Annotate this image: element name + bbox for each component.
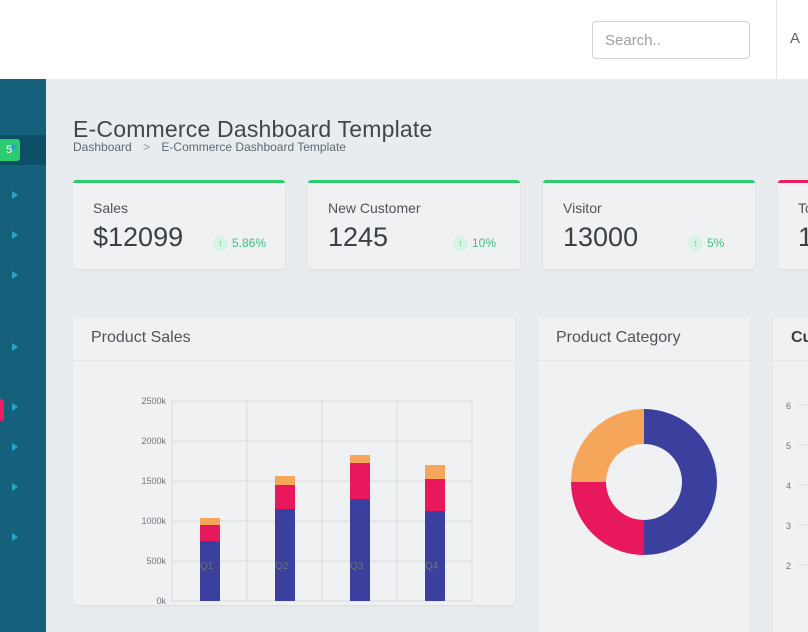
svg-text:0k: 0k <box>156 596 166 605</box>
svg-text:1500k: 1500k <box>141 476 166 486</box>
avatar[interactable]: A <box>790 30 800 47</box>
card-accent-bar <box>308 180 520 183</box>
bar-group-q1 <box>200 518 220 601</box>
top-navigation-bar: A <box>0 0 808 79</box>
card-accent-bar <box>73 180 285 183</box>
donut-slice-woman <box>571 482 644 555</box>
svg-text:5: 5 <box>786 441 791 451</box>
svg-text:6: 6 <box>786 401 791 411</box>
stat-delta-value: 10% <box>472 236 497 250</box>
stat-card-visitor[interactable]: Visitor 13000 ↑ 5% <box>543 180 755 269</box>
sidebar-item-dashboard[interactable]: 5 <box>0 135 46 165</box>
panel-title: Product Category <box>556 329 681 346</box>
search-input[interactable] <box>592 21 750 59</box>
stat-delta: ↑ 5.86% <box>213 236 267 252</box>
sidebar-item-2[interactable] <box>0 183 46 213</box>
search-box[interactable] <box>592 21 750 59</box>
donut-chart <box>571 409 717 555</box>
breadcrumb: Dashboard > E-Commerce Dashboard Templat… <box>73 140 346 154</box>
sidebar-item-5[interactable] <box>0 335 46 365</box>
topbar-divider <box>776 0 777 79</box>
chevron-right-icon <box>12 231 18 239</box>
stat-card-sales[interactable]: Sales $12099 ↑ 5.86% <box>73 180 285 269</box>
sidebar-item-7[interactable] <box>0 435 46 465</box>
customers-chart: 6 5 4 3 2 <box>786 401 808 571</box>
chevron-right-icon <box>12 343 18 351</box>
panel-product-sales: Product Sales 2500k 2000k 1500k 1000k 50… <box>73 317 515 605</box>
stat-delta: ↑ 5% <box>688 236 725 252</box>
stat-delta: ↑ 10% <box>453 236 497 252</box>
bar-group-q2 <box>275 476 295 601</box>
sidebar-item-8[interactable] <box>0 475 46 505</box>
bar-group-q4 <box>425 465 445 601</box>
panel-customers: Cu 6 5 4 3 2 <box>773 317 808 632</box>
svg-text:2500k: 2500k <box>141 396 166 406</box>
sidebar-item-6[interactable] <box>0 395 46 425</box>
svg-text:3: 3 <box>786 521 791 531</box>
panel-header: Product Sales <box>73 317 515 361</box>
chevron-right-icon <box>12 533 18 541</box>
sidebar-item-9[interactable] <box>0 525 46 555</box>
panel-header: Cu <box>773 317 808 361</box>
chevron-right-icon <box>12 483 18 491</box>
svg-text:1000k: 1000k <box>141 516 166 526</box>
svg-text:4: 4 <box>786 481 791 491</box>
bar-group-q3 <box>350 455 370 601</box>
donut-slice-man <box>644 409 717 555</box>
sidebar: 5 <box>0 79 46 632</box>
sidebar-item-3[interactable] <box>0 223 46 253</box>
arrow-up-icon: ↑ <box>213 236 228 252</box>
stat-value: 1245 <box>328 222 389 252</box>
stat-label: Visitor <box>563 200 602 216</box>
breadcrumb-current: E-Commerce Dashboard Template <box>161 140 346 154</box>
arrow-up-icon: ↑ <box>453 236 468 252</box>
panel-title: Cu <box>791 329 808 346</box>
stat-delta-value: 5% <box>707 236 725 250</box>
arrow-up-icon: ↑ <box>688 236 703 252</box>
svg-text:500k: 500k <box>146 556 166 566</box>
panel-title: Product Sales <box>91 329 191 346</box>
chevron-right-icon <box>12 271 18 279</box>
panel-header: Product Category <box>538 317 750 361</box>
sidebar-item-4[interactable] <box>0 263 46 293</box>
stat-label: New Customer <box>328 200 421 216</box>
breadcrumb-separator: > <box>143 140 151 154</box>
breadcrumb-root[interactable]: Dashboard <box>73 140 132 154</box>
svg-text:2000k: 2000k <box>141 436 166 446</box>
bar-chart: 2500k 2000k 1500k 1000k 500k 0k Q1 Q2 Q3… <box>73 361 515 605</box>
main-content: E-Commerce Dashboard Template Dashboard … <box>46 79 808 632</box>
chevron-right-icon <box>12 403 18 411</box>
stat-card-total[interactable]: To 1 <box>778 180 808 269</box>
card-accent-bar <box>543 180 755 183</box>
stat-label: Sales <box>93 200 129 216</box>
stat-value: $12099 <box>93 222 184 252</box>
card-accent-bar <box>778 180 808 183</box>
svg-text:2: 2 <box>786 561 791 571</box>
stat-delta-value: 5.86% <box>232 236 267 250</box>
stat-value: 13000 <box>563 222 639 252</box>
panel-product-category: Product Category Man Woman Accessories <box>538 317 750 632</box>
bar-chart-svg: 2500k 2000k 1500k 1000k 500k 0k <box>141 396 473 605</box>
chevron-right-icon <box>12 143 18 151</box>
stat-label: To <box>798 200 808 216</box>
stat-value: 1 <box>798 222 808 252</box>
chevron-right-icon <box>12 191 18 199</box>
sidebar-badge-alert <box>0 399 4 421</box>
stat-card-new-customer[interactable]: New Customer 1245 ↑ 10% <box>308 180 520 269</box>
donut-slice-accessories <box>571 409 644 482</box>
chevron-right-icon <box>12 443 18 451</box>
